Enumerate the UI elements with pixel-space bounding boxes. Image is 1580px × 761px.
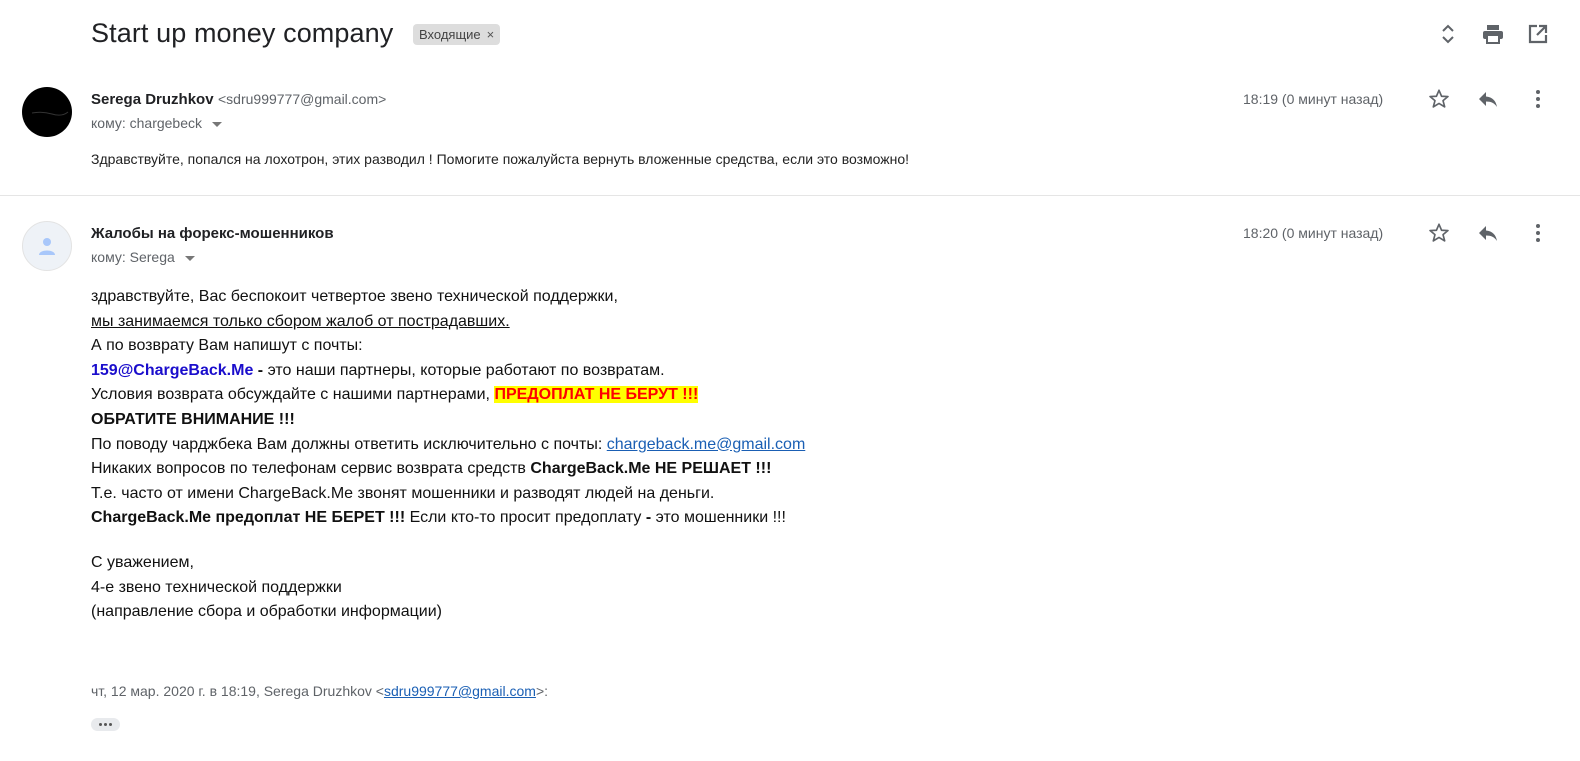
- dot: [109, 723, 112, 726]
- quote-text: чт, 12 мар. 2020 г. в 18:19, Serega Druz…: [91, 683, 384, 699]
- sender-name[interactable]: Жалобы на форекс-мошенников: [91, 225, 334, 242]
- recipient-text: кому: Serega: [91, 249, 175, 265]
- body-line: Т.е. часто от имени ChargeBack.Me звонят…: [91, 484, 715, 502]
- body-line: Условия возврата обсуждайте с нашими пар…: [91, 383, 1091, 408]
- body-line: По поводу чарджбека Вам должны ответить …: [91, 433, 1091, 458]
- signature-line: 4-е звено технической поддержки: [91, 578, 342, 596]
- open-in-new-window-icon[interactable]: [1526, 22, 1550, 46]
- message-divider: [0, 195, 1580, 196]
- message-1-body: Здравствуйте, попался на лохотрон, этих …: [91, 151, 910, 167]
- partner-email: 159@ChargeBack.Me: [91, 361, 254, 379]
- quote-text-end: >:: [535, 683, 549, 699]
- show-details-chevron-icon[interactable]: [184, 255, 195, 261]
- message-1-time: 18:19 (0 минут назад): [1243, 91, 1384, 107]
- print-icon[interactable]: [1481, 22, 1505, 46]
- signature-line: С уважением,: [91, 553, 194, 571]
- expand-collapse-icon[interactable]: [1436, 22, 1460, 46]
- dot: [104, 723, 107, 726]
- body-text: Если кто-то просит предоплату: [405, 509, 646, 527]
- message-2-sender[interactable]: Жалобы на форекс-мошенников: [91, 225, 334, 243]
- dash: -: [253, 361, 268, 379]
- show-details-chevron-icon[interactable]: [212, 121, 223, 127]
- highlighted-warning: ПРЕДОПЛАТ НЕ БЕРУТ !!!: [494, 386, 699, 404]
- label-text: Входящие: [419, 27, 481, 42]
- body-text: это мошенники !!!: [651, 509, 786, 527]
- remove-label-icon[interactable]: ×: [487, 27, 495, 42]
- default-person-icon: [39, 238, 55, 255]
- body-line: здравствуйте, Вас беспокоит четвертое зв…: [91, 288, 618, 305]
- message-2-body: здравствуйте, Вас беспокоит четвертое зв…: [91, 285, 1091, 625]
- more-options-icon[interactable]: [1526, 87, 1550, 111]
- recipient-text: кому: chargebeck: [91, 115, 203, 131]
- body-text: Никаких вопросов по телефонам сервис воз…: [91, 460, 531, 478]
- message-2-time: 18:20 (0 минут назад): [1243, 225, 1384, 241]
- body-line: ChargeBack.Me предоплат НЕ БЕРЕТ !!! Есл…: [91, 506, 1091, 531]
- sender-avatar[interactable]: [22, 221, 72, 271]
- bold-text: ChargeBack.Me предоплат НЕ БЕРЕТ !!!: [91, 509, 406, 527]
- body-line: А по возврату Вам напишут с почты:: [91, 337, 363, 355]
- quoted-header: чт, 12 мар. 2020 г. в 18:19, Serega Druz…: [91, 683, 548, 699]
- body-text: это наши партнеры, которые работают по в…: [267, 361, 665, 379]
- body-line-underlined: мы занимаемся только сбором жалоб от пос…: [91, 312, 510, 330]
- body-line: 159@ChargeBack.Me - это наши партнеры, к…: [91, 359, 1091, 384]
- sender-email: <sdru999777@gmail.com>: [218, 91, 387, 107]
- dot: [99, 723, 102, 726]
- body-line: Никаких вопросов по телефонам сервис воз…: [91, 457, 1091, 482]
- chargeback-email-link[interactable]: chargeback.me@gmail.com: [607, 436, 806, 453]
- more-options-icon[interactable]: [1526, 221, 1550, 245]
- star-icon[interactable]: [1427, 87, 1451, 111]
- sender-avatar[interactable]: [22, 87, 72, 137]
- quote-email-link[interactable]: sdru999777@gmail.com: [384, 683, 536, 699]
- message-1-recipients: кому: chargebeck: [91, 115, 223, 131]
- show-trimmed-content-button[interactable]: [91, 718, 120, 731]
- inbox-label-chip[interactable]: Входящие ×: [413, 24, 501, 45]
- reply-icon[interactable]: [1476, 221, 1500, 245]
- sender-name[interactable]: Serega Druzhkov: [91, 91, 214, 108]
- message-2-recipients: кому: Serega: [91, 249, 195, 265]
- body-text: Условия возврата обсуждайте с нашими пар…: [91, 386, 495, 404]
- attention-heading: ОБРАТИТЕ ВНИМАНИЕ !!!: [91, 410, 295, 428]
- thread-subject: Start up money company: [91, 18, 394, 48]
- reply-icon[interactable]: [1476, 87, 1500, 111]
- body-text: По поводу чарджбека Вам должны ответить …: [91, 435, 607, 453]
- message-1-sender[interactable]: Serega Druzhkov <sdru999777@gmail.com>: [91, 91, 386, 109]
- bold-text: ChargeBack.Me НЕ РЕШАЕТ !!!: [530, 460, 772, 478]
- star-icon[interactable]: [1427, 221, 1451, 245]
- signature-line: (направление сбора и обработки информаци…: [91, 603, 442, 621]
